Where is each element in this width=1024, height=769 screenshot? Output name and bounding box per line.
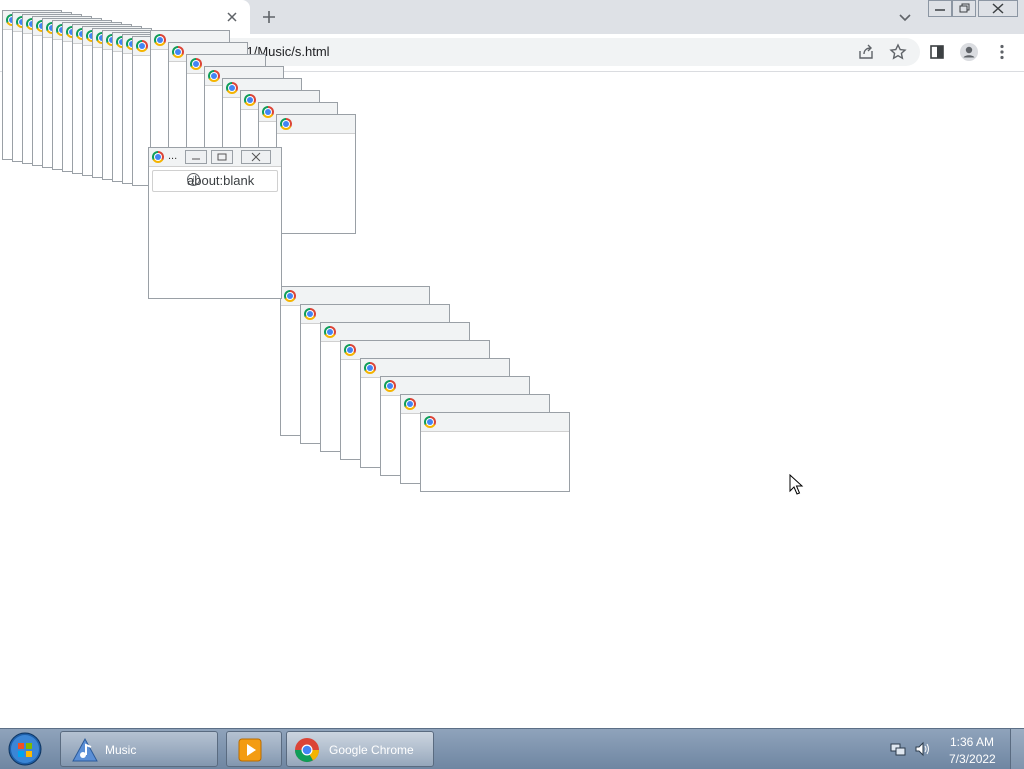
chrome-logo-icon — [364, 362, 376, 374]
bookmark-star-icon[interactable] — [888, 42, 908, 62]
music-folder-icon — [72, 737, 98, 762]
chrome-logo-icon — [284, 290, 296, 302]
popup-window-frame — [276, 114, 356, 234]
popup-minimize-icon[interactable] — [185, 150, 207, 164]
taskbar-media-player-button[interactable] — [226, 731, 282, 767]
taskbar-music-button[interactable]: Music — [60, 731, 218, 767]
chrome-logo-icon — [280, 118, 292, 130]
show-desktop-button[interactable] — [1010, 729, 1024, 769]
menu-kebab-icon[interactable] — [992, 42, 1012, 62]
mouse-cursor-icon — [789, 474, 804, 495]
chrome-logo-icon — [424, 416, 436, 428]
popup-close-icon[interactable] — [241, 150, 271, 164]
chrome-logo-icon — [136, 40, 148, 52]
media-player-icon — [238, 738, 262, 762]
chrome-logo-icon — [404, 398, 416, 410]
profile-avatar-icon[interactable] — [959, 42, 979, 62]
chrome-icon — [295, 738, 319, 763]
chrome-logo-icon — [344, 344, 356, 356]
popup-restore-icon[interactable] — [211, 150, 233, 164]
chrome-logo-icon — [226, 82, 238, 94]
network-icon[interactable] — [890, 741, 906, 757]
chrome-logo-icon — [244, 94, 256, 106]
tab-strip — [0, 0, 1024, 34]
clock-date[interactable]: 7/3/2022 — [949, 752, 996, 766]
close-window-icon[interactable] — [978, 0, 1018, 17]
close-tab-icon[interactable] — [222, 7, 242, 27]
taskbar-chrome-label: Google Chrome — [329, 743, 414, 757]
chrome-logo-icon — [152, 151, 164, 163]
taskbar-music-label: Music — [105, 743, 137, 757]
popup-url: about:blank — [187, 173, 255, 188]
chrome-logo-icon — [262, 106, 274, 118]
tab-search-chevron-icon[interactable] — [895, 7, 915, 27]
restore-window-icon[interactable] — [952, 0, 976, 17]
chrome-logo-icon — [154, 34, 166, 46]
chrome-logo-icon — [304, 308, 316, 320]
clock-time[interactable]: 1:36 AM — [950, 735, 994, 749]
side-panel-icon[interactable] — [927, 42, 947, 62]
popup-window-frame — [420, 412, 570, 492]
popup-titlebar[interactable]: ... — [149, 148, 281, 167]
popup-frame-titlebar — [421, 413, 569, 432]
chrome-logo-icon — [324, 326, 336, 338]
popup-title: ... — [168, 150, 178, 162]
chrome-logo-icon — [208, 70, 220, 82]
share-icon[interactable] — [856, 42, 876, 62]
taskbar: Music Google Chrome 1:36 AM 7/3/2022 — [0, 728, 1024, 769]
chrome-logo-icon — [384, 380, 396, 392]
start-button-icon[interactable] — [6, 731, 44, 767]
minimize-window-icon[interactable] — [928, 0, 952, 17]
taskbar-chrome-button[interactable]: Google Chrome — [286, 731, 434, 767]
popup-address-bar[interactable]: i about:blank — [152, 170, 278, 192]
popup-frame-titlebar — [277, 115, 355, 134]
popup-window[interactable]: ... i about:blank — [148, 147, 282, 299]
chrome-logo-icon — [172, 46, 184, 58]
volume-icon[interactable] — [914, 741, 932, 757]
chrome-logo-icon — [190, 58, 202, 70]
new-tab-icon[interactable] — [258, 6, 280, 28]
